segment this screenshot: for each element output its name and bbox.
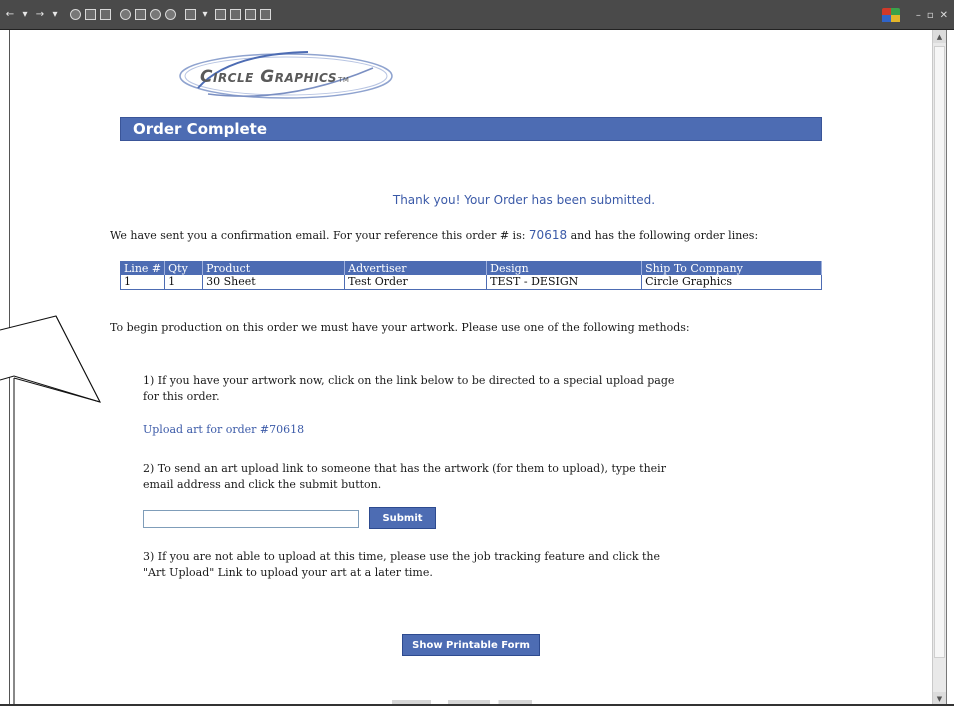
- refresh-icon[interactable]: [84, 8, 96, 21]
- close-icon[interactable]: ✕: [940, 10, 948, 21]
- window-controls: – ▫ ✕: [881, 8, 948, 22]
- callout-annotation: [0, 315, 101, 704]
- table-cell: TEST - DESIGN: [486, 275, 643, 289]
- table-cell: Test Order: [344, 275, 488, 289]
- email-field[interactable]: [143, 510, 359, 528]
- submit-button[interactable]: Submit: [369, 507, 436, 529]
- messenger-icon[interactable]: [259, 8, 271, 21]
- table-cell: 30 Sheet: [202, 275, 346, 289]
- page-title: Order Complete: [133, 120, 268, 138]
- table-row: 1 1 30 Sheet Test Order TEST - DESIGN Ci…: [120, 275, 822, 289]
- column-header: Product: [202, 261, 346, 275]
- column-header: Design: [486, 261, 643, 275]
- production-instructions: To begin production on this order we mus…: [110, 321, 690, 334]
- brand-name: Circle GraphicsTM: [200, 67, 350, 87]
- favorites-icon[interactable]: [134, 8, 146, 21]
- thank-you-message: Thank you! Your Order has been submitted…: [392, 193, 656, 207]
- back-icon[interactable]: ←: [4, 8, 16, 21]
- minimize-icon[interactable]: –: [916, 10, 921, 21]
- order-lines-table: Line # Qty Product Advertiser Design Shi…: [120, 261, 822, 290]
- stop-icon[interactable]: [69, 8, 81, 21]
- windows-logo-icon: [881, 8, 900, 22]
- history-icon[interactable]: [164, 8, 176, 21]
- table-cell: 1: [164, 275, 204, 289]
- media-icon[interactable]: [149, 8, 161, 21]
- column-header: Advertiser: [344, 261, 488, 275]
- confirmation-text: We have sent you a confirmation email. F…: [110, 228, 810, 242]
- confirmation-prefix: We have sent you a confirmation email. F…: [110, 229, 526, 242]
- forward-icon[interactable]: →: [34, 8, 46, 21]
- show-printable-form-button[interactable]: Show Printable Form: [402, 634, 540, 656]
- browser-toolbar: ← ▾ → ▾ ▾ – ▫ ✕: [0, 0, 954, 30]
- step-3-text: 3) If you are not able to upload at this…: [143, 550, 661, 579]
- window-right-border: [946, 30, 954, 706]
- back-dropdown-icon[interactable]: ▾: [19, 8, 31, 21]
- table-cell: Circle Graphics: [641, 275, 822, 289]
- column-header: Line #: [120, 261, 166, 275]
- step-2-text: 2) To send an art upload link to someone…: [143, 462, 666, 491]
- home-icon[interactable]: [99, 8, 111, 21]
- upload-art-link[interactable]: Upload art for order #70618: [143, 423, 304, 436]
- restore-icon[interactable]: ▫: [927, 10, 934, 21]
- search-icon[interactable]: [119, 8, 131, 21]
- mail-dropdown-icon[interactable]: ▾: [199, 8, 211, 21]
- scroll-up-arrow-icon[interactable]: ▲: [933, 30, 946, 43]
- order-number: 70618: [528, 228, 568, 242]
- forward-dropdown-icon[interactable]: ▾: [49, 8, 61, 21]
- column-header: Ship To Company: [641, 261, 822, 275]
- window-left-border: [0, 30, 10, 706]
- table-cell: 1: [120, 275, 166, 289]
- trademark-mark: TM: [338, 76, 350, 84]
- order-complete-header: Order Complete: [120, 117, 822, 141]
- discuss-icon[interactable]: [244, 8, 256, 21]
- print-icon[interactable]: [214, 8, 226, 21]
- circle-graphics-logo: Circle GraphicsTM: [168, 48, 418, 104]
- step-1-text: 1) If you have your artwork now, click o…: [143, 374, 675, 403]
- scroll-thumb[interactable]: [934, 46, 945, 658]
- edit-icon[interactable]: [229, 8, 241, 21]
- mail-icon[interactable]: [184, 8, 196, 21]
- confirmation-suffix: and has the following order lines:: [570, 229, 759, 242]
- vertical-scrollbar[interactable]: ▲ ▼: [932, 30, 946, 706]
- column-header: Qty: [164, 261, 204, 275]
- table-header-row: Line # Qty Product Advertiser Design Shi…: [120, 261, 822, 275]
